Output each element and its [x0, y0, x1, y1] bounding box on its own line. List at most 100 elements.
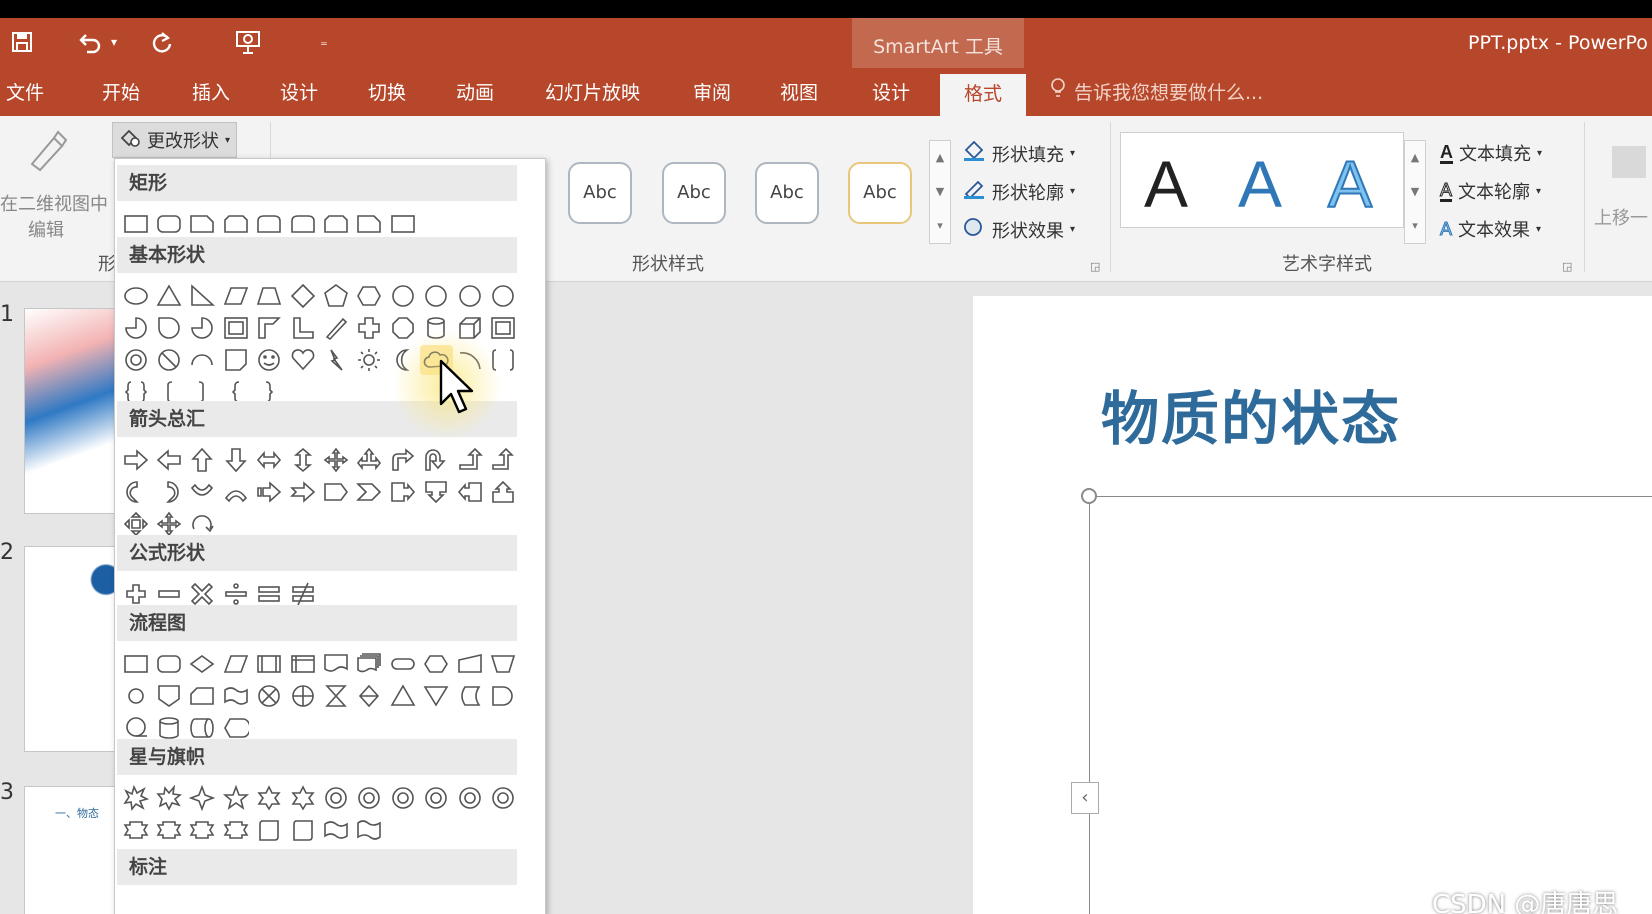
shape-bevel-icon[interactable]: [486, 313, 519, 343]
bring-forward-icon[interactable]: [1612, 146, 1646, 178]
shape-outline-button[interactable]: 形状轮廓 ▾: [962, 178, 1075, 205]
shape-star4-icon[interactable]: [186, 783, 219, 813]
shape-tri-icon[interactable]: [152, 281, 185, 311]
shape-exp2-icon[interactable]: [152, 783, 185, 813]
slide-thumbnail-1[interactable]: [24, 308, 116, 514]
shape-fcDoc-icon[interactable]: [319, 649, 352, 679]
tab-transitions[interactable]: 切换: [368, 78, 406, 105]
change-shape-button[interactable]: 更改形状 ▾: [112, 122, 238, 158]
shape-arL-icon[interactable]: [152, 445, 185, 475]
shape-rect-icon[interactable]: [386, 209, 419, 239]
shape-rrect-icon[interactable]: [152, 209, 185, 239]
tab-insert[interactable]: 插入: [192, 78, 230, 105]
shape-rtri-icon[interactable]: [186, 281, 219, 311]
shape-fcManIn-icon[interactable]: [453, 649, 486, 679]
tab-design[interactable]: 设计: [280, 78, 318, 105]
shape-circ-icon[interactable]: [453, 281, 486, 311]
shape-style-2[interactable]: Abc: [662, 162, 726, 224]
slide-thumbnail-3[interactable]: 一、物态: [24, 786, 116, 914]
shape-uturn-icon[interactable]: [420, 445, 453, 475]
shape-fill-button[interactable]: 形状填充 ▾: [962, 140, 1075, 167]
shape-pent-icon[interactable]: [319, 281, 352, 311]
shape-round1-icon[interactable]: [253, 209, 286, 239]
more-icon[interactable]: ₌: [306, 26, 342, 58]
shape-para-icon[interactable]: [219, 649, 252, 679]
shape-style-3[interactable]: Abc: [755, 162, 819, 224]
resize-handle[interactable]: [1081, 488, 1097, 504]
shape-round1-icon[interactable]: [286, 209, 319, 239]
shape-fcDelay-icon[interactable]: [486, 681, 519, 711]
shape-rect-icon[interactable]: [119, 649, 152, 679]
shape-frame-icon[interactable]: [219, 313, 252, 343]
shape-fcPred-icon[interactable]: [253, 649, 286, 679]
shape-fcSum-icon[interactable]: [253, 681, 286, 711]
shape-wave-icon[interactable]: [319, 815, 352, 845]
wordart-style-3[interactable]: A: [1327, 146, 1373, 222]
shape-fcPrep-icon[interactable]: [420, 649, 453, 679]
shape-starN-icon[interactable]: [420, 783, 453, 813]
slide-title[interactable]: 物质的状态: [1101, 372, 1401, 456]
shape-starN-icon[interactable]: [319, 783, 352, 813]
shape-donut-icon[interactable]: [119, 345, 152, 375]
tab-slideshow[interactable]: 幻灯片放映: [545, 78, 640, 105]
text-outline-button[interactable]: A 文本轮廓 ▾: [1439, 178, 1541, 204]
shape-cU-icon[interactable]: [186, 477, 219, 507]
shape-arc-icon[interactable]: [186, 345, 219, 375]
smartart-frame[interactable]: [1089, 496, 1652, 914]
shape-callR-icon[interactable]: [386, 477, 419, 507]
shape-cD-icon[interactable]: [219, 477, 252, 507]
shape-fcManOp-icon[interactable]: [486, 649, 519, 679]
shape-scroll-icon[interactable]: [253, 815, 286, 845]
shape-snip2-icon[interactable]: [319, 209, 352, 239]
dialog-launcher-icon[interactable]: ◲: [1562, 260, 1572, 273]
shape-rrect-icon[interactable]: [152, 649, 185, 679]
shape-oct-icon[interactable]: [386, 313, 419, 343]
tab-view[interactable]: 视图: [780, 78, 818, 105]
shape-bent-icon[interactable]: [386, 445, 419, 475]
shape-lrup-icon[interactable]: [353, 445, 386, 475]
tab-smartart-format[interactable]: 格式: [940, 74, 1026, 116]
shape-arU-icon[interactable]: [186, 445, 219, 475]
shape-fold-icon[interactable]: [219, 345, 252, 375]
shape-snip2-icon[interactable]: [219, 209, 252, 239]
shape-starN-icon[interactable]: [486, 783, 519, 813]
shape-starN-icon[interactable]: [453, 783, 486, 813]
wordart-style-2[interactable]: A: [1238, 146, 1282, 222]
tab-home[interactable]: 开始: [102, 78, 140, 105]
shape-pie-icon[interactable]: [119, 313, 152, 343]
shape-fcMerge-icon[interactable]: [420, 681, 453, 711]
save-icon[interactable]: [4, 26, 40, 58]
tab-animations[interactable]: 动画: [456, 78, 494, 105]
shape-exp1-icon[interactable]: [119, 783, 152, 813]
shape-strR-icon[interactable]: [253, 477, 286, 507]
shape-quad-icon[interactable]: [319, 445, 352, 475]
slide-thumbnail-2[interactable]: [24, 546, 116, 752]
wordart-style-1[interactable]: A: [1144, 146, 1188, 222]
shape-cL-icon[interactable]: [152, 477, 185, 507]
shape-style-gallery-scroll[interactable]: ▲ ▼ ▾: [929, 140, 951, 244]
shape-ribbon-icon[interactable]: [152, 815, 185, 845]
shape-fcMulti-icon[interactable]: [353, 649, 386, 679]
shape-snip-icon[interactable]: [353, 209, 386, 239]
shape-fcExt-icon[interactable]: [386, 681, 419, 711]
shape-ribbon-icon[interactable]: [186, 815, 219, 845]
shape-circ-icon[interactable]: [420, 281, 453, 311]
shape-callL-icon[interactable]: [453, 477, 486, 507]
wordart-gallery-scroll[interactable]: ▲ ▼ ▾: [1404, 140, 1426, 244]
shape-heart-icon[interactable]: [286, 345, 319, 375]
present-icon[interactable]: [230, 26, 266, 58]
shape-noSym-icon[interactable]: [152, 345, 185, 375]
shape-notch-icon[interactable]: [286, 477, 319, 507]
shape-effects-button[interactable]: 形状效果 ▾: [962, 216, 1075, 243]
chevron-left-icon[interactable]: ‹: [1071, 782, 1099, 814]
shape-plus-icon[interactable]: [353, 313, 386, 343]
move-up-label[interactable]: 上移一: [1594, 204, 1648, 230]
shape-diamond-icon[interactable]: [286, 281, 319, 311]
shape-pie-icon[interactable]: [186, 313, 219, 343]
shape-fcTerm-icon[interactable]: [386, 649, 419, 679]
shape-bup-icon[interactable]: [486, 445, 519, 475]
shape-fcConn-icon[interactable]: [119, 681, 152, 711]
shape-dwave-icon[interactable]: [353, 815, 386, 845]
shape-style-1[interactable]: Abc: [568, 162, 632, 224]
shape-fcOr-icon[interactable]: [286, 681, 319, 711]
